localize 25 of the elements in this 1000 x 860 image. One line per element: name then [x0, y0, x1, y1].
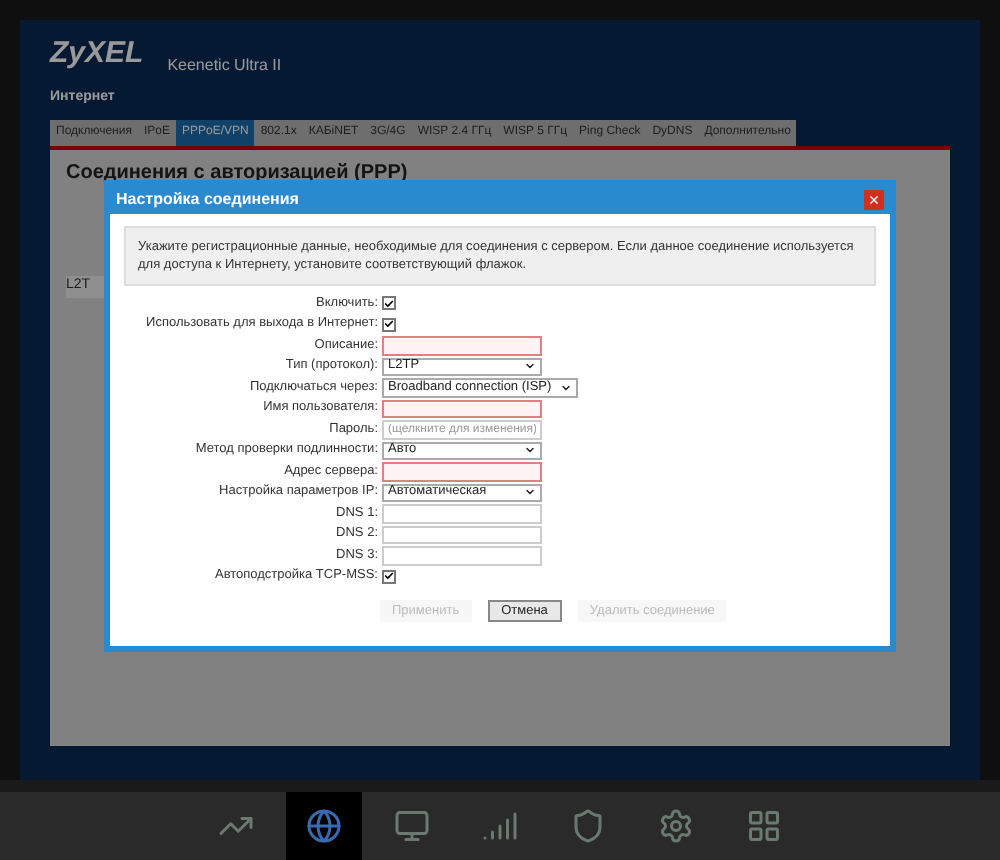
chevron-down-icon	[524, 360, 536, 373]
dialog-title: Настройка соединения	[116, 188, 299, 212]
chevron-down-icon	[524, 486, 536, 499]
input-field[interactable]	[382, 504, 542, 523]
close-button[interactable]: ×	[864, 190, 884, 210]
input-field[interactable]	[382, 462, 542, 481]
shield-icon	[570, 808, 606, 844]
checkbox[interactable]	[382, 317, 396, 332]
input-field[interactable]	[382, 546, 542, 565]
input-field[interactable]	[382, 336, 542, 355]
input-field[interactable]	[382, 399, 542, 418]
checkbox[interactable]	[382, 569, 396, 584]
logo: ZyXEL	[50, 34, 144, 74]
grid-icon	[746, 808, 782, 844]
globe-icon	[306, 808, 342, 844]
checkbox[interactable]	[382, 296, 396, 311]
taskbar-button[interactable]	[286, 792, 362, 860]
gear-icon	[658, 808, 694, 844]
model-name: Keenetic Ultra II	[167, 53, 282, 77]
chevron-down-icon	[524, 444, 536, 457]
chevron-down-icon	[560, 381, 572, 394]
signal-bars-icon	[482, 808, 518, 844]
panel-title: Соединения с авторизацией (PPP)	[66, 160, 410, 188]
input-field[interactable]	[382, 525, 542, 544]
monitor-icon	[394, 808, 430, 844]
